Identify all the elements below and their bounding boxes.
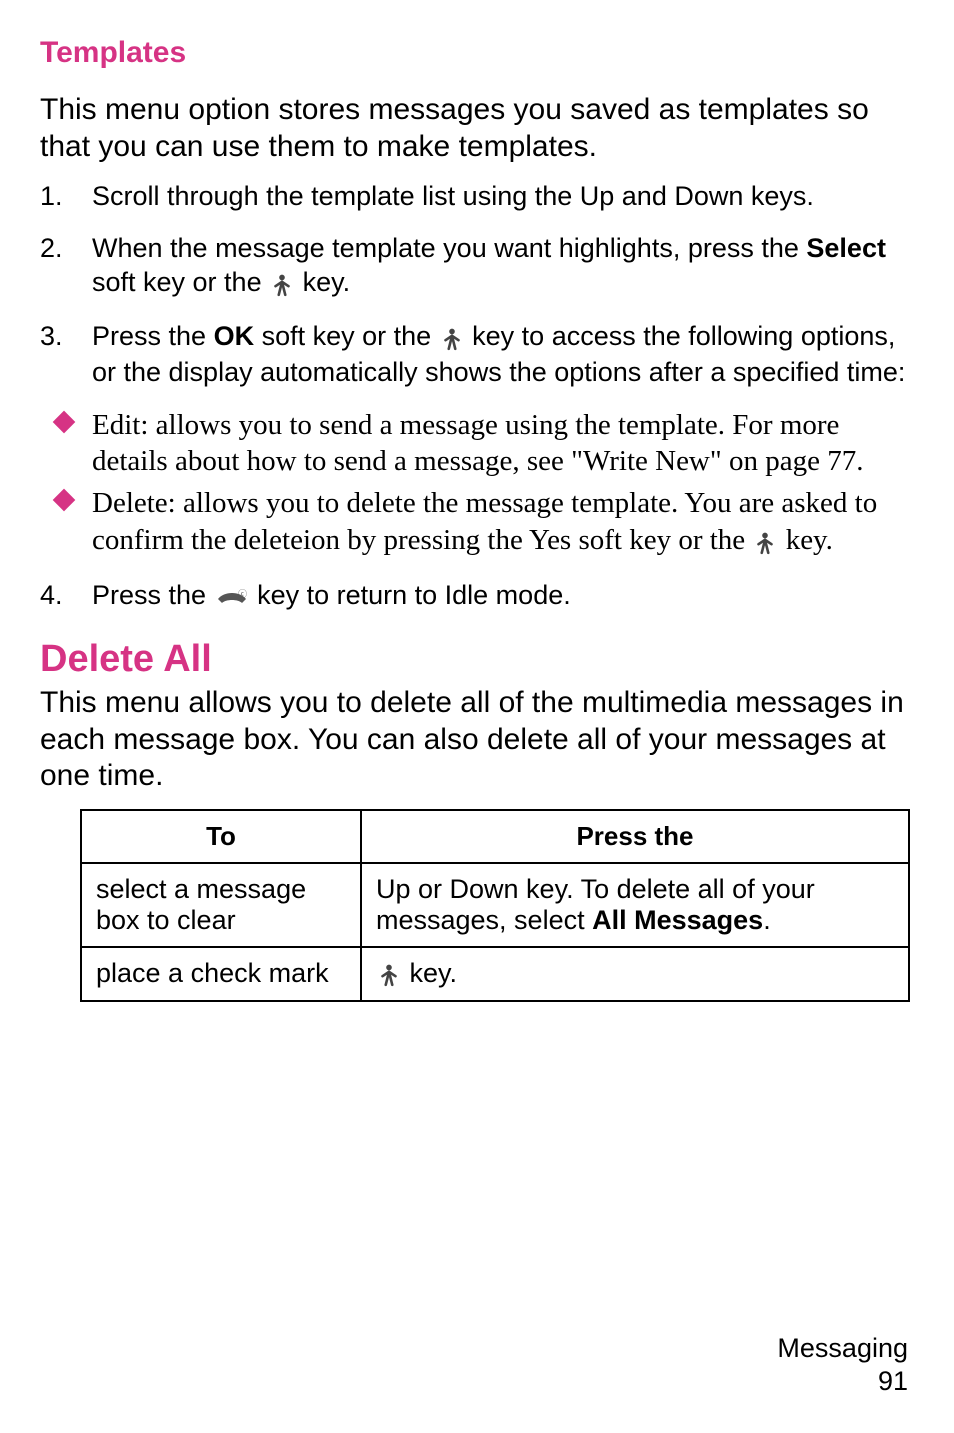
table-row: place a check mark key. xyxy=(81,947,909,1001)
r2-to: place a check mark xyxy=(81,947,361,1001)
ok-person-icon xyxy=(439,319,465,353)
step3-part-a: Press the xyxy=(92,321,214,351)
step-2: When the message template you want highl… xyxy=(40,231,914,301)
ok-person-icon xyxy=(269,265,295,299)
step2-part-a: When the message template you want highl… xyxy=(92,233,806,263)
step2-part-c: key. xyxy=(295,267,350,297)
delete-all-intro: This menu allows you to delete all of th… xyxy=(40,685,914,795)
bullet-edit: Edit: allows you to send a message using… xyxy=(40,407,914,480)
r1-press-c: . xyxy=(763,905,771,935)
step-4: Press the ⓒ key to return to Idle mode. xyxy=(40,578,914,614)
templates-intro: This menu option stores messages you sav… xyxy=(40,92,914,165)
templates-bullets: Edit: allows you to send a message using… xyxy=(40,407,914,560)
table-row: select a message box to clear Up or Down… xyxy=(81,863,909,947)
step2-select: Select xyxy=(806,233,886,263)
bullet-delete: Delete: allows you to delete the message… xyxy=(40,485,914,560)
templates-steps-cont: Press the ⓒ key to return to Idle mode. xyxy=(40,578,914,614)
footer-section: Messaging xyxy=(777,1332,908,1366)
ok-person-icon xyxy=(376,957,402,988)
templates-steps: Scroll through the template list using t… xyxy=(40,179,914,389)
r1-to: select a message box to clear xyxy=(81,863,361,947)
r1-press-b: All Messages xyxy=(592,905,763,935)
step4-a: Press the xyxy=(92,580,214,610)
page-footer: Messaging 91 xyxy=(777,1332,908,1400)
step4-b: key to return to Idle mode. xyxy=(250,580,571,610)
ok-person-icon xyxy=(752,522,778,558)
step-3: Press the OK soft key or the key to acce… xyxy=(40,319,914,389)
step3-ok: OK xyxy=(214,321,255,351)
heading-delete-all: Delete All xyxy=(40,638,914,681)
r2-press-text: key. xyxy=(402,958,457,988)
delete-all-table: To Press the select a message box to cle… xyxy=(80,809,910,1002)
diamond-icon xyxy=(53,411,76,434)
footer-page: 91 xyxy=(777,1365,908,1399)
r2-press: key. xyxy=(361,947,909,1001)
svg-text:ⓒ: ⓒ xyxy=(238,589,247,599)
bullet-edit-text: Edit: allows you to send a message using… xyxy=(92,409,863,477)
diamond-icon xyxy=(53,489,76,512)
r1-press: Up or Down key. To delete all of your me… xyxy=(361,863,909,947)
step3-part-b: soft key or the xyxy=(254,321,439,351)
bullet-delete-b: key. xyxy=(778,524,833,556)
step2-part-b: soft key or the xyxy=(92,267,269,297)
end-call-icon: ⓒ xyxy=(214,578,250,612)
th-to: To xyxy=(81,810,361,863)
step-1: Scroll through the template list using t… xyxy=(40,179,914,213)
heading-templates: Templates xyxy=(40,36,914,70)
th-press: Press the xyxy=(361,810,909,863)
